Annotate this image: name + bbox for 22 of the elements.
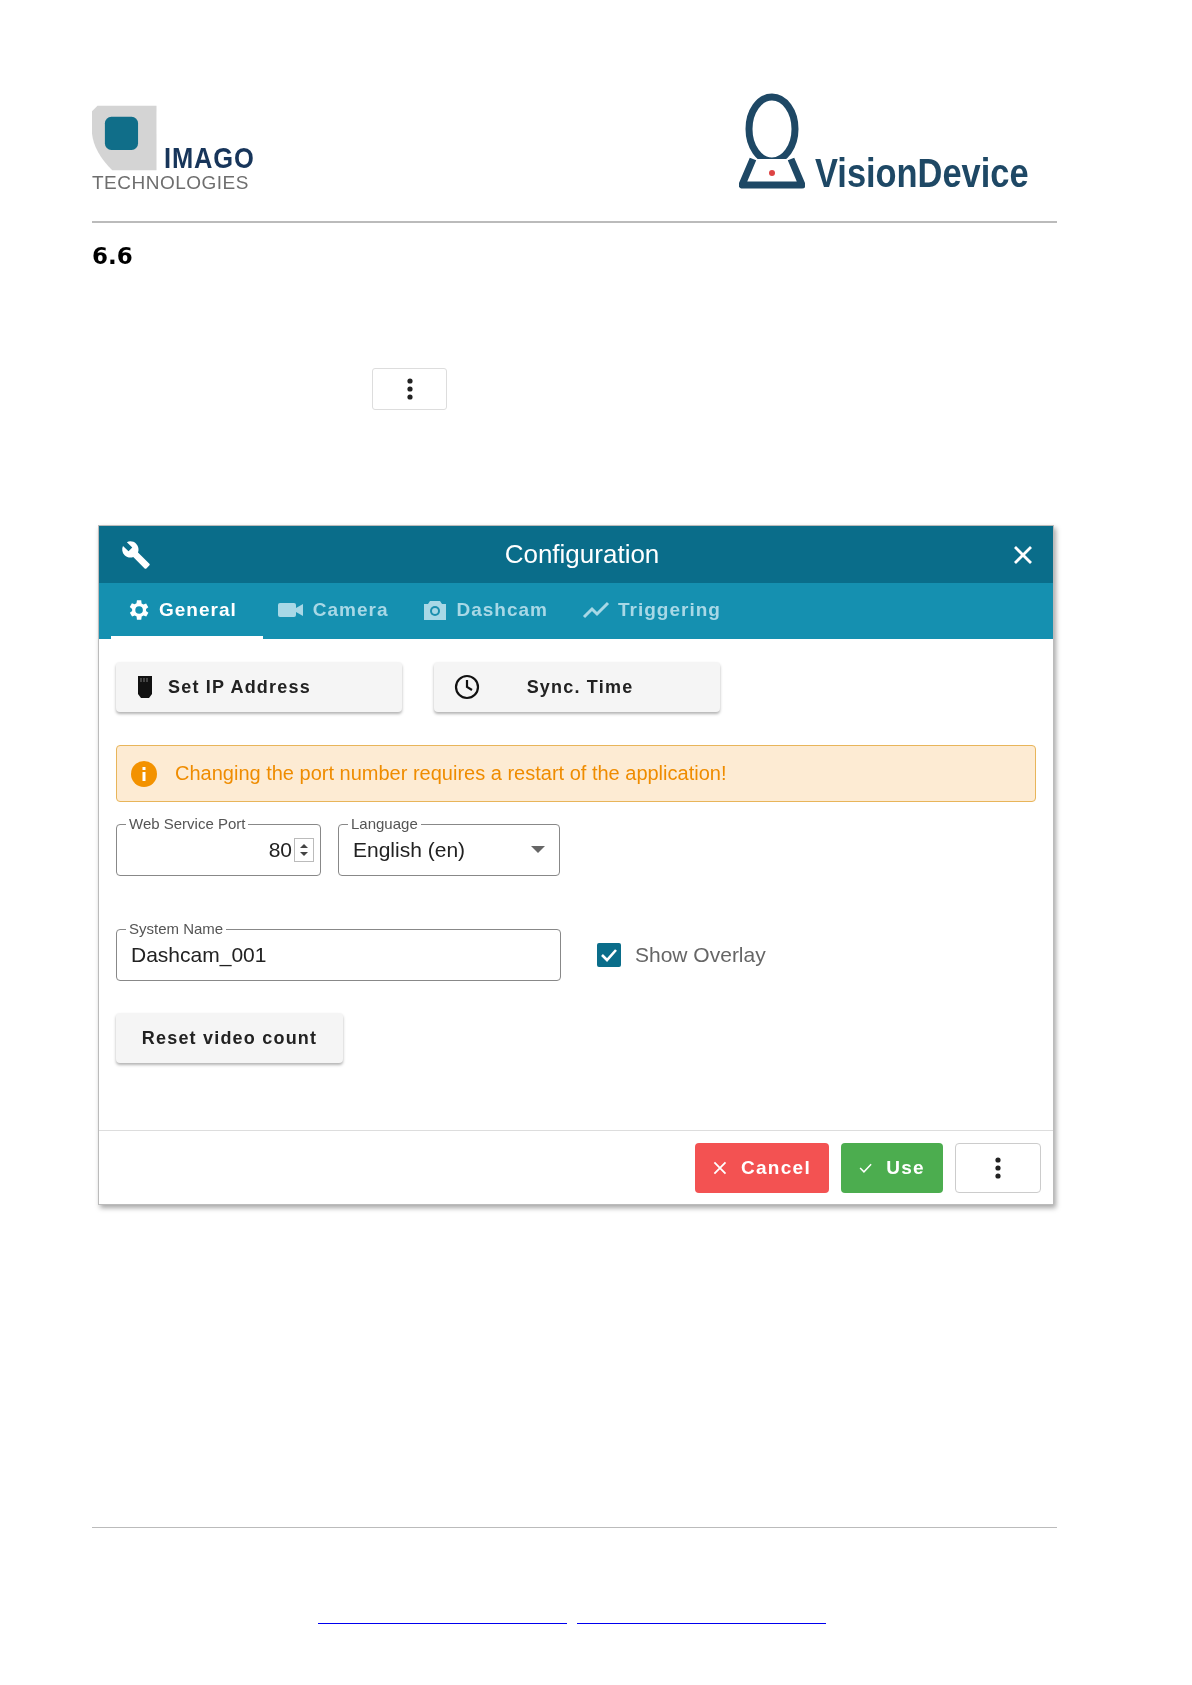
spinner-icon[interactable] xyxy=(294,838,314,862)
checkbox[interactable] xyxy=(597,943,621,967)
reset-button[interactable]: Reset video count xyxy=(116,1013,343,1063)
tab[interactable]: General xyxy=(111,583,263,639)
chart-line-icon xyxy=(582,599,610,620)
clock-icon xyxy=(454,674,480,700)
checkmark-icon xyxy=(601,948,617,962)
caret-icon xyxy=(531,846,545,854)
warning-text: Changing the port number requires a restart of the application! xyxy=(175,762,727,785)
wrench-icon xyxy=(121,539,151,570)
checkbox-label: Show Overlay xyxy=(635,943,766,967)
info-icon xyxy=(131,760,157,787)
logo-text: IMAGO xyxy=(164,143,255,174)
action-button[interactable]: Set IP Address xyxy=(116,662,402,712)
section-number: 6.6 xyxy=(92,243,134,269)
plug-icon xyxy=(136,674,154,700)
close-icon[interactable] xyxy=(1013,544,1033,565)
action-button[interactable]: Sync. Time xyxy=(434,662,720,712)
logo-subtitle: TECHNOLOGIES xyxy=(92,173,250,193)
dialog-title: Configuration xyxy=(503,539,661,570)
more-icon xyxy=(995,1156,1001,1179)
more-icon xyxy=(406,378,413,400)
